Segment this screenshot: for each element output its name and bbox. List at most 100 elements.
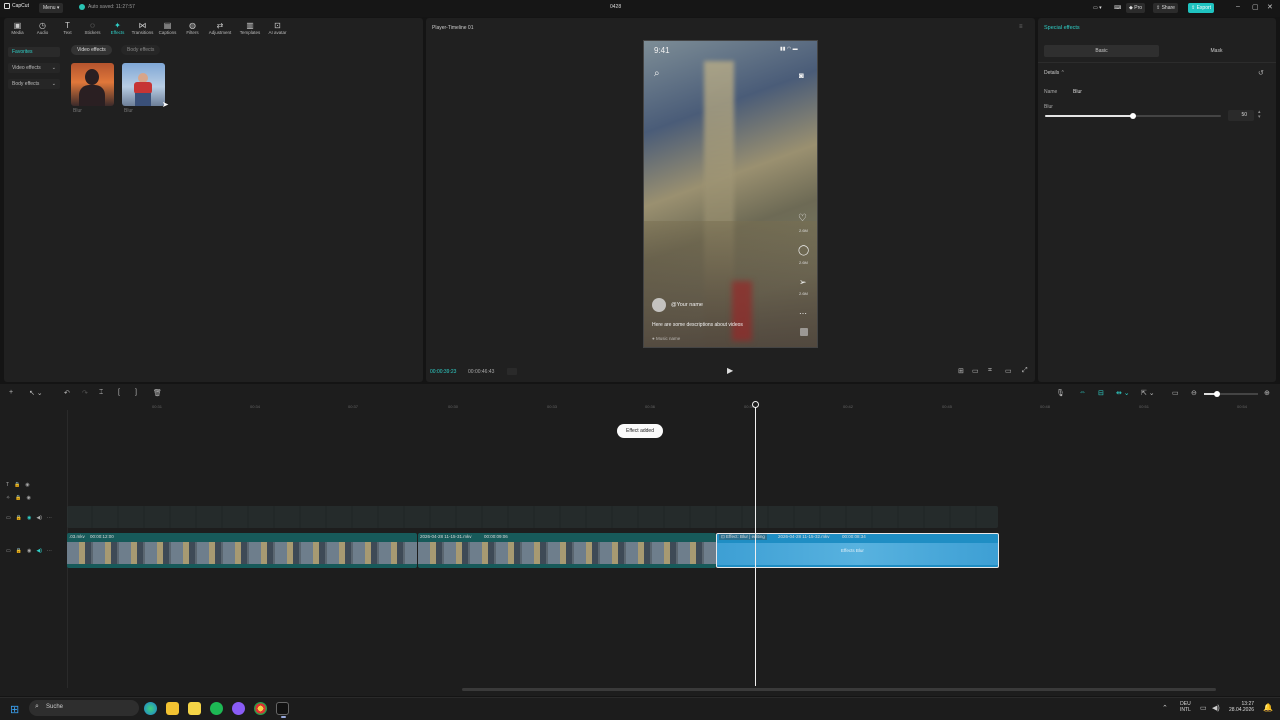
phone-music-label: Music name <box>655 336 681 341</box>
timecode-toggle[interactable] <box>507 368 517 375</box>
trim-left-icon[interactable]: [ <box>118 389 120 396</box>
pill-body-effects[interactable]: Body effects <box>121 45 161 55</box>
pro-button[interactable]: ◆ Pro <box>1126 3 1146 13</box>
aspect-ratio-icon[interactable]: ▭ <box>1005 367 1012 375</box>
volume-icon[interactable]: ◀) <box>1212 704 1220 712</box>
audio-icon[interactable]: ◀) <box>36 548 42 554</box>
sidebar-item-favorites[interactable]: Favorites <box>8 47 60 57</box>
caption-icon[interactable]: ▭ <box>1172 389 1179 397</box>
shortcut-icon[interactable]: ⌨ <box>1111 3 1124 13</box>
tab-templates[interactable]: ▥ Templates <box>235 19 265 38</box>
crop-icon[interactable]: ⌗ <box>988 367 992 375</box>
tab-ai-avatar[interactable]: ⊡ AI avatar <box>265 19 290 38</box>
blur-stepper[interactable]: ▴ ▾ <box>1258 110 1261 120</box>
pill-video-effects[interactable]: Video effects <box>71 45 112 55</box>
undo-icon[interactable]: ↶ <box>64 389 70 397</box>
tab-effects[interactable]: ✦ Effects <box>105 19 130 38</box>
notification-icon[interactable]: 🔔 <box>1263 703 1273 712</box>
layout-icon[interactable]: ▭ ▾ <box>1090 3 1105 13</box>
tab-media[interactable]: ▣ Media <box>5 19 30 38</box>
player-title: Player-Timeline 01 <box>432 25 474 31</box>
zoom-in-icon[interactable]: ⊕ <box>1264 389 1270 397</box>
file-explorer-icon[interactable] <box>166 702 179 715</box>
chrome-icon[interactable] <box>254 702 267 715</box>
track-header-overlay: ▭ 🔒 ◉ ◀) ⋯ <box>6 515 52 521</box>
delete-icon[interactable]: 🗑 <box>153 389 162 397</box>
lock-icon[interactable]: 🔒 <box>16 548 22 554</box>
lock-icon[interactable]: 🔒 <box>16 515 22 521</box>
player-menu-icon[interactable]: ≡ <box>1019 24 1023 30</box>
tab-filters[interactable]: ◍ Filters <box>180 19 205 38</box>
taskbar-search[interactable]: ⌕ Suche <box>29 700 139 716</box>
eye-icon[interactable]: ◉ <box>26 495 30 501</box>
more-icon[interactable]: ⋯ <box>47 515 52 521</box>
tab-basic[interactable]: Basic <box>1044 45 1159 57</box>
menu-button[interactable]: Menu ▾ <box>39 3 64 13</box>
tab-captions[interactable]: ▤ Captions <box>155 19 180 38</box>
details-toggle[interactable]: Details ⌃ <box>1044 70 1065 76</box>
link-icon[interactable]: ⊟ <box>1098 389 1104 397</box>
tab-adjustment[interactable]: ⇄ Adjustment <box>205 19 235 38</box>
redo-icon[interactable]: ↷ <box>82 389 88 397</box>
fullscreen-icon[interactable]: ⤢ <box>1022 367 1028 375</box>
play-icon[interactable]: ▶ <box>727 366 733 375</box>
add-track-icon[interactable]: + <box>9 389 13 396</box>
lock-icon[interactable]: 🔒 <box>14 482 20 488</box>
audio-icon[interactable]: ◀) <box>36 515 42 521</box>
share-button[interactable]: ⇪ Share <box>1153 3 1178 13</box>
more-icon[interactable]: ⋯ <box>47 548 52 554</box>
edge-icon[interactable] <box>144 702 157 715</box>
tab-stickers[interactable]: ◌ Stickers <box>80 19 105 38</box>
snap-icon[interactable]: ⇱ ⌄ <box>1141 389 1155 397</box>
clock[interactable]: 13:27 28.04.2026 <box>1229 701 1254 713</box>
monitor-icon[interactable]: ▭ <box>1200 704 1207 712</box>
reset-icon[interactable]: ↺ <box>1258 69 1264 77</box>
tab-mask[interactable]: Mask <box>1160 45 1273 57</box>
close-icon[interactable]: ✕ <box>1267 3 1273 11</box>
windows-start-icon[interactable]: ⊞ <box>10 703 19 716</box>
blur-value-input[interactable]: 50 <box>1228 110 1254 121</box>
tab-transitions[interactable]: ⋈ Transitions <box>130 19 155 38</box>
zoom-slider[interactable] <box>1204 391 1258 397</box>
eye-icon[interactable]: ◉ <box>27 515 31 521</box>
ratio-icon[interactable]: ⊞ <box>958 367 964 375</box>
video-clip[interactable] <box>67 533 417 568</box>
blur-slider[interactable] <box>1045 113 1221 119</box>
export-button[interactable]: ⇪ Export <box>1188 3 1215 13</box>
quality-icon[interactable]: ▭ <box>972 367 979 375</box>
sticky-notes-icon[interactable] <box>188 702 201 715</box>
clip-filmstrip <box>418 542 716 564</box>
project-title[interactable]: 0428 <box>610 4 621 10</box>
tab-audio[interactable]: ◷ Audio <box>30 19 55 38</box>
playhead[interactable] <box>755 402 756 686</box>
blur-slider-handle[interactable] <box>1130 113 1136 119</box>
playhead-handle[interactable] <box>752 401 759 408</box>
eye-icon[interactable]: ◉ <box>25 482 29 488</box>
sidebar-item-body-effects[interactable]: Body effects ⌄ <box>8 79 60 89</box>
effect-thumbnail[interactable] <box>71 63 114 106</box>
tray-chevron-icon[interactable]: ⌃ <box>1162 704 1168 712</box>
tab-text[interactable]: T Text <box>55 19 80 38</box>
zoom-out-icon[interactable]: ⊖ <box>1191 389 1197 397</box>
zoom-slider-handle[interactable] <box>1214 391 1220 397</box>
overlay-track-clip[interactable] <box>67 506 998 528</box>
split-icon[interactable]: ⌶ <box>99 389 103 397</box>
maximize-icon[interactable]: ▢ <box>1252 3 1259 11</box>
timeline-ruler[interactable] <box>67 401 1280 411</box>
minimize-icon[interactable]: – <box>1236 3 1240 10</box>
discord-icon[interactable] <box>232 702 245 715</box>
language-indicator[interactable]: DEU INTL <box>1180 701 1191 713</box>
spotify-icon[interactable] <box>210 702 223 715</box>
magnet-icon[interactable]: ⇔ <box>1079 389 1086 396</box>
trim-right-icon[interactable]: ] <box>135 389 137 396</box>
capcut-taskbar-icon[interactable] <box>276 702 289 715</box>
preview-axis-icon[interactable]: ⇹ ⌄ <box>1116 389 1130 397</box>
effect-thumbnail[interactable] <box>122 63 165 106</box>
eye-icon[interactable]: ◉ <box>27 548 31 554</box>
timeline-scrollbar[interactable] <box>462 688 1216 691</box>
microphone-icon[interactable]: 🎙 <box>1056 389 1065 397</box>
lock-icon[interactable]: 🔒 <box>15 495 21 501</box>
divider <box>1038 62 1276 63</box>
sidebar-item-video-effects[interactable]: Video effects ⌄ <box>8 63 60 73</box>
select-tool-icon[interactable]: ↖ ⌄ <box>29 389 43 397</box>
